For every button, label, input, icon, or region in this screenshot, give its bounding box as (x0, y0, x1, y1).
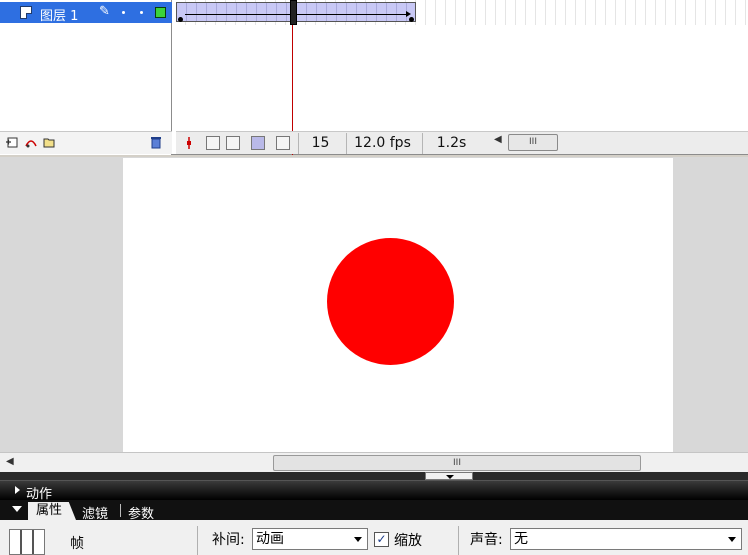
divider (197, 526, 198, 555)
chevron-down-icon (354, 537, 362, 542)
layer-panel: 图层 1 ✎ (0, 0, 172, 155)
timeline-scroll-left-icon[interactable]: ◀ (494, 134, 502, 145)
frames-area[interactable] (176, 0, 748, 131)
add-motion-guide-icon[interactable] (24, 135, 38, 149)
collapse-arrow-icon[interactable] (12, 506, 22, 512)
frame-status-bar: 15 12.0 fps 1.2s ◀ III (176, 131, 748, 154)
center-frame-icon[interactable] (182, 136, 196, 150)
scale-label[interactable]: 缩放 (394, 530, 422, 550)
properties-body: 帧 补间: 动画 ✓ 缩放 声音: 无 (0, 520, 748, 555)
sound-dropdown[interactable]: 无 (510, 528, 742, 550)
chevron-down-icon (728, 537, 736, 542)
collapse-handle[interactable] (425, 472, 473, 480)
stage-scroll-thumb[interactable]: III (273, 455, 641, 471)
pencil-icon[interactable]: ✎ (99, 4, 110, 19)
divider (458, 526, 459, 555)
start-keyframe[interactable] (178, 17, 183, 22)
stage-horizontal-scrollbar[interactable]: ◀ III (0, 452, 748, 472)
properties-tab-bar: 属性 滤镜 参数 (0, 500, 748, 522)
tab-separator (120, 504, 121, 517)
stage-scroll-left-icon[interactable]: ◀ (6, 456, 14, 467)
insert-layer-icon[interactable] (5, 135, 19, 149)
sound-dropdown-value: 无 (514, 531, 528, 547)
timeline-panel: 图层 1 ✎ 15 12.0 fps 1.2s ◀ III (0, 0, 748, 155)
sound-label: 声音: (470, 532, 503, 548)
edit-multiple-frames-icon[interactable] (251, 136, 265, 150)
playhead[interactable] (290, 0, 297, 25)
onion-skin-icon[interactable] (206, 136, 220, 150)
modify-onion-markers-icon[interactable] (276, 136, 290, 150)
layer-name[interactable]: 图层 1 (40, 5, 78, 24)
elapsed-time-readout: 1.2s (422, 133, 480, 154)
layer-row[interactable]: 图层 1 ✎ (0, 2, 172, 24)
outline-color-swatch[interactable] (155, 7, 166, 18)
current-frame-readout: 15 (298, 133, 342, 154)
timeline-scroll-thumb[interactable]: III (508, 134, 558, 151)
layer-page-icon (20, 6, 32, 19)
visibility-dot-icon[interactable] (122, 11, 125, 14)
onion-skin-outlines-icon[interactable] (226, 136, 240, 150)
frame-thumbnail-icon (9, 529, 45, 555)
stage-area (0, 157, 748, 452)
red-circle-shape[interactable] (327, 238, 454, 365)
insert-folder-icon[interactable] (42, 135, 56, 149)
actions-panel-header[interactable]: 动作 (0, 480, 748, 502)
layer-toolbar (0, 131, 172, 154)
end-keyframe[interactable] (409, 17, 414, 22)
stage-canvas[interactable] (123, 158, 673, 452)
scale-checkbox[interactable]: ✓ (374, 532, 389, 547)
expand-arrow-icon[interactable] (15, 486, 20, 494)
trash-icon[interactable] (149, 135, 163, 149)
panel-collapse-bar (0, 472, 748, 480)
tab-properties[interactable]: 属性 (28, 502, 76, 520)
frame-label: 帧 (70, 536, 84, 552)
lock-dot-icon[interactable] (140, 11, 143, 14)
tween-dropdown-value: 动画 (256, 531, 284, 547)
tween-label: 补间: (212, 532, 245, 548)
tween-dropdown[interactable]: 动画 (252, 528, 368, 550)
frame-rate-readout[interactable]: 12.0 fps (346, 133, 418, 154)
